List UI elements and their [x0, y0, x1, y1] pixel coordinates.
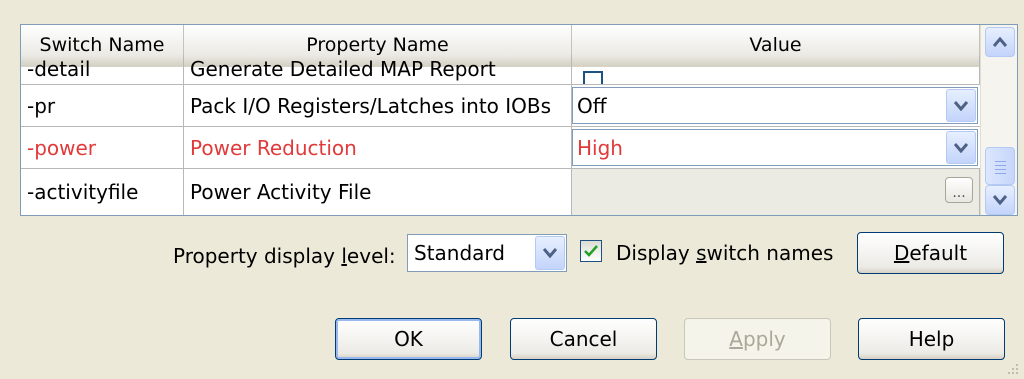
property-name-cell: Power Activity File [184, 169, 572, 215]
default-button[interactable]: Default [857, 232, 1004, 274]
table-row[interactable]: -activityfile Power Activity File ... [21, 169, 980, 215]
dropdown-button[interactable] [946, 89, 976, 122]
switch-name-cell: -detail [21, 55, 184, 84]
switch-name-text: -activityfile [27, 180, 139, 204]
chevron-up-icon [993, 37, 1007, 47]
switch-name-text: -pr [27, 93, 56, 118]
dropdown-button[interactable] [535, 236, 565, 270]
table-row[interactable]: -pr Pack I/O Registers/Latches into IOBs… [21, 85, 980, 127]
label-text: witch names [706, 241, 834, 265]
property-grid: Switch Name Property Name Value -detail … [20, 24, 1018, 216]
table-row-partial[interactable]: -detail Generate Detailed MAP Report [21, 55, 980, 85]
switch-name-cell: -activityfile [21, 169, 184, 215]
chevron-down-icon [954, 100, 968, 111]
button-accelerator: A [729, 327, 743, 351]
check-icon [584, 245, 598, 257]
display-level-dropdown[interactable]: Standard [407, 234, 567, 272]
scroll-thumb[interactable] [985, 147, 1015, 185]
label-accelerator: s [696, 241, 707, 265]
dropdown-value: Standard [414, 241, 505, 265]
chevron-down-icon [954, 142, 968, 153]
help-button[interactable]: Help [858, 318, 1005, 360]
display-switch-names-label[interactable]: Display s witch names [616, 238, 833, 268]
activity-file-value-field[interactable]: ... [572, 169, 980, 215]
value-cell [572, 55, 980, 84]
button-label: Cancel [549, 327, 618, 351]
browse-label: ... [952, 185, 966, 201]
column-header-label: Property Name [306, 34, 449, 56]
label-text: evel: [346, 244, 396, 268]
property-name-cell: Pack I/O Registers/Latches into IOBs [184, 85, 572, 126]
switch-name-cell: -pr [21, 85, 184, 126]
property-name-cell: Power Reduction [184, 127, 572, 168]
browse-button[interactable]: ... [945, 177, 973, 203]
switch-name-cell: -power [21, 127, 184, 168]
column-header-label: Switch Name [39, 34, 165, 56]
column-header-label: Value [749, 34, 802, 56]
power-reduction-value-dropdown[interactable]: High [572, 129, 978, 166]
label-text: Display [616, 241, 697, 265]
display-switch-names-checkbox[interactable] [580, 240, 602, 262]
button-accelerator: D [893, 241, 910, 265]
ok-button[interactable]: OK [335, 318, 482, 360]
dropdown-value: High [577, 135, 623, 160]
property-name-text: Power Reduction [190, 135, 357, 160]
detail-checkbox[interactable] [583, 71, 603, 84]
dropdown-value: Off [577, 93, 607, 118]
resize-grip-icon[interactable] [1006, 362, 1020, 376]
cancel-button[interactable]: Cancel [510, 318, 657, 360]
scroll-down-button[interactable] [985, 185, 1015, 215]
table-row[interactable]: -power Power Reduction High [21, 127, 980, 169]
property-name-text: Generate Detailed MAP Report [190, 57, 496, 81]
vertical-scrollbar[interactable] [980, 25, 1017, 215]
switch-name-text: -detail [27, 57, 91, 81]
pack-io-value-dropdown[interactable]: Off [572, 87, 978, 124]
button-label: efault [909, 241, 968, 265]
apply-button[interactable]: Apply [684, 318, 831, 360]
button-label: pply [742, 327, 786, 351]
switch-name-text: -power [27, 135, 97, 160]
button-label: Help [908, 327, 955, 351]
property-name-text: Power Activity File [190, 180, 372, 204]
dropdown-button[interactable] [946, 131, 976, 164]
chevron-down-icon [993, 195, 1007, 205]
display-level-label: Property display l evel: [173, 240, 396, 272]
scroll-up-button[interactable] [985, 27, 1015, 57]
chevron-down-icon [543, 248, 557, 258]
property-name-cell: Generate Detailed MAP Report [184, 55, 572, 84]
label-text: Property display [173, 244, 342, 268]
button-label: OK [394, 327, 423, 351]
property-name-text: Pack I/O Registers/Latches into IOBs [190, 93, 552, 118]
